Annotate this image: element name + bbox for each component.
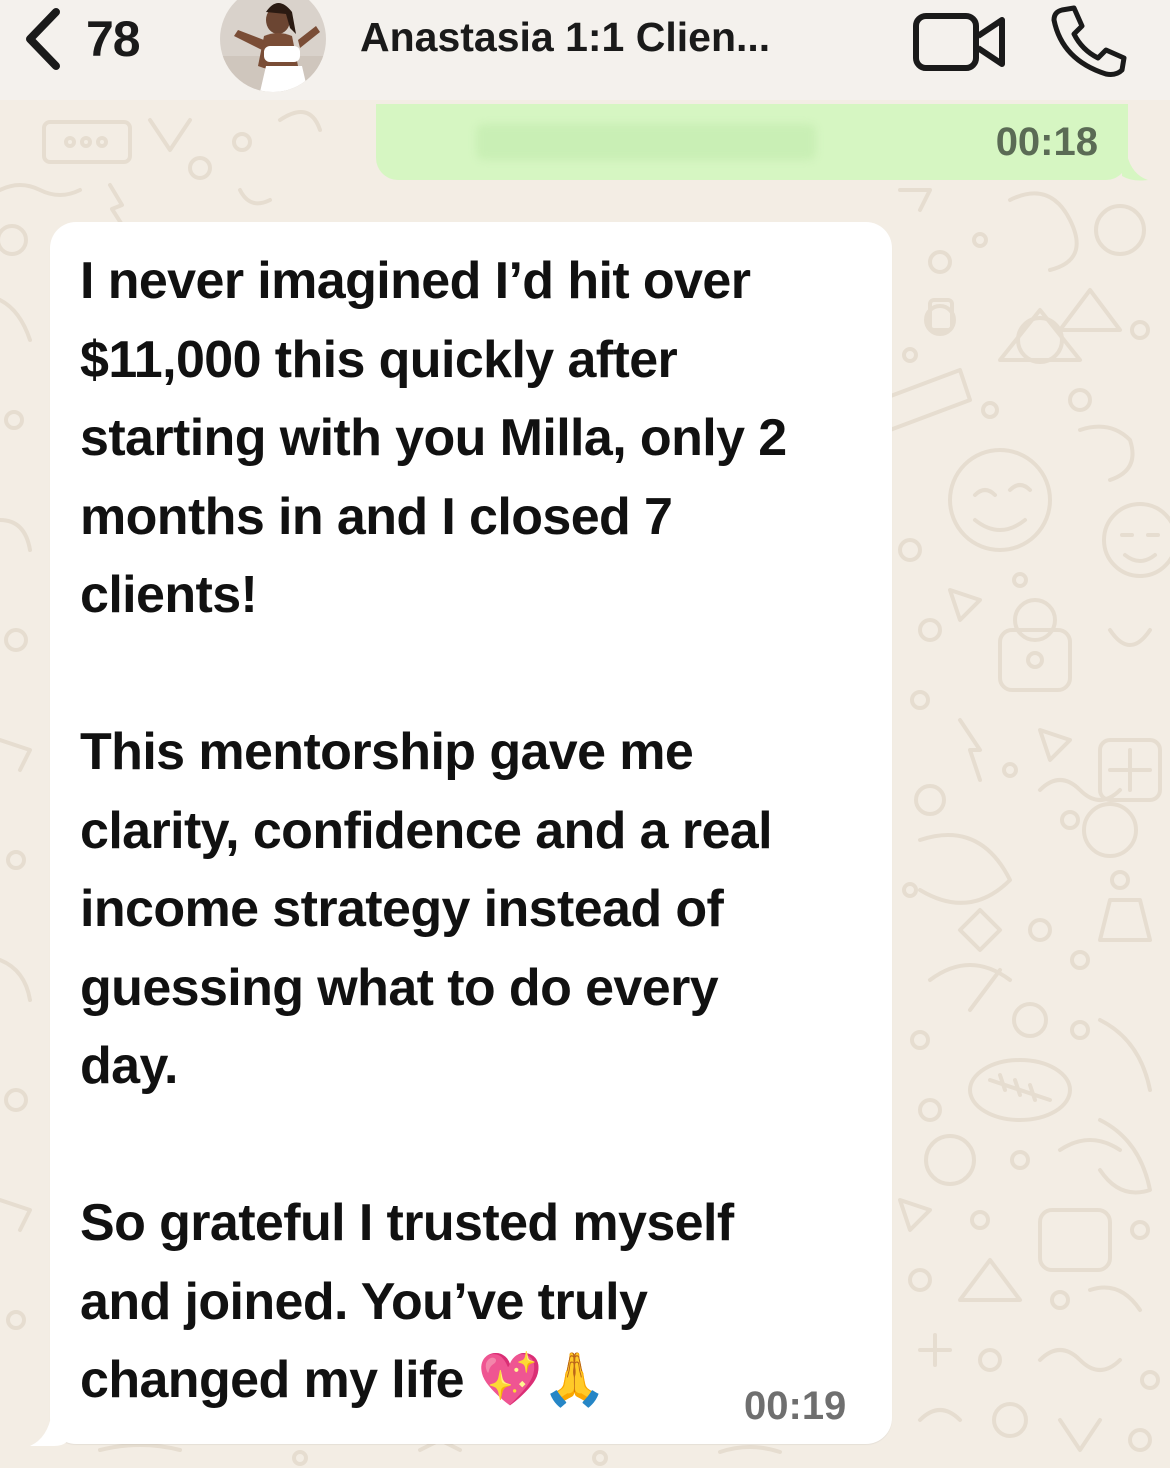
avatar[interactable] [220, 0, 326, 92]
redacted-message-text [476, 124, 816, 160]
bubble-tail [1122, 150, 1148, 181]
message-line: clients! [80, 566, 258, 624]
chevron-left-icon [26, 8, 60, 70]
message-line: I never imagined I’d hit over [80, 252, 751, 310]
message-text: I never imagined I’d hit over $11,000 th… [80, 242, 870, 1420]
chat-title[interactable]: Anastasia 1:1 Clien... [360, 14, 770, 61]
message-line: months in and I closed 7 [80, 487, 673, 546]
unread-count: 78 [86, 11, 141, 67]
bubble-tail [30, 1412, 70, 1446]
video-camera-icon [913, 13, 1005, 71]
incoming-message-bubble[interactable]: I never imagined I’d hit over $11,000 th… [50, 222, 892, 1444]
message-timestamp: 00:19 [744, 1384, 847, 1428]
message-timestamp: 00:18 [995, 120, 1098, 164]
message-line: day. [80, 1037, 178, 1095]
message-line: So grateful I trusted myself [80, 1194, 734, 1252]
message-line: $11,000 this quickly after [80, 330, 678, 389]
video-call-button[interactable] [912, 10, 1008, 72]
phone-icon [1051, 5, 1127, 77]
message-line: guessing what to do every [80, 958, 719, 1017]
outgoing-message-bubble[interactable]: 00:18 [376, 104, 1128, 180]
message-line: starting with you Milla, only 2 [80, 409, 787, 467]
back-button[interactable]: 78 [20, 6, 141, 72]
voice-call-button[interactable] [1048, 4, 1128, 78]
message-line: clarity, confidence and a real [80, 801, 773, 860]
message-line: income strategy instead of [80, 880, 724, 938]
message-line: This mentorship gave me [80, 723, 694, 781]
chat-header: 78 Anastasia 1:1 Clien... [0, 0, 1170, 100]
message-line: and joined. You’ve truly [80, 1272, 648, 1331]
